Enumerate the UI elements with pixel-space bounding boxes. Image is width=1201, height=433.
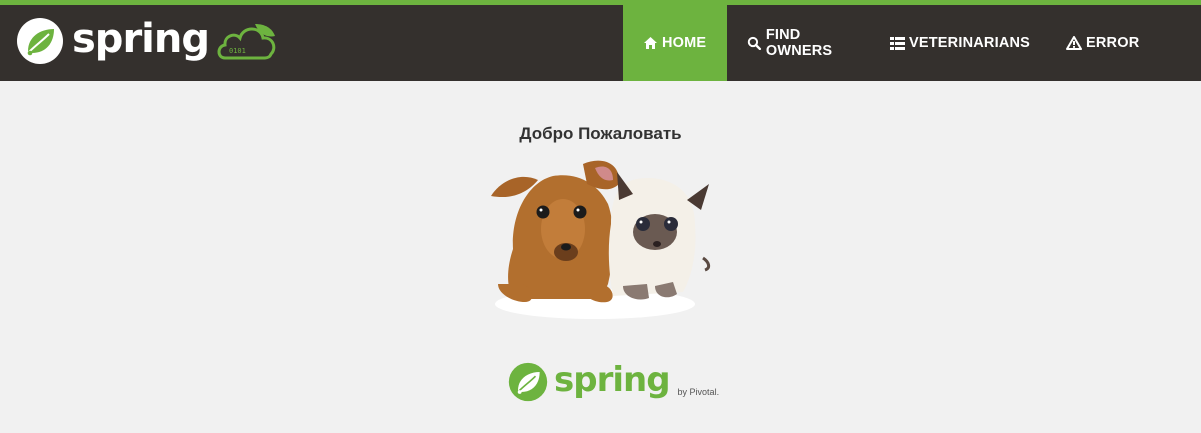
nav-error[interactable]: ERROR [1047,5,1201,81]
list-icon [890,36,905,50]
page-title: Добро Пожаловать [519,124,682,143]
nav-find-owners[interactable]: FIND OWNERS [727,5,870,81]
nav-home[interactable]: HOME [623,5,727,81]
svg-text:0101: 0101 [229,47,246,55]
nav-veterinarians[interactable]: VETERINARIANS [870,5,1047,81]
spring-leaf-icon [508,362,548,402]
spring-leaf-icon [17,18,63,64]
search-icon [747,36,762,50]
warning-icon [1066,36,1082,50]
home-icon [644,37,657,49]
top-navbar: spring 0101 HOME FIND OWNERS VETERINARIA… [0,0,1201,81]
footer-logo: spring by Pivotal. [508,362,719,402]
nav-veterinarians-label: VETERINARIANS [909,35,1031,51]
brand-text: spring [72,16,210,62]
nav-find-owners-label: FIND OWNERS [765,27,833,59]
pets-image [491,160,711,319]
footer-by-text: by Pivotal. [677,387,720,397]
nav-home-label: HOME [662,35,707,51]
main-nav: HOME FIND OWNERS VETERINARIANS ERROR [623,5,1201,81]
brand-logo[interactable]: spring 0101 [16,16,279,66]
nav-error-label: ERROR [1086,35,1140,51]
cloud-leaf-icon: 0101 [217,24,276,60]
footer-brand-text: spring [554,360,671,400]
